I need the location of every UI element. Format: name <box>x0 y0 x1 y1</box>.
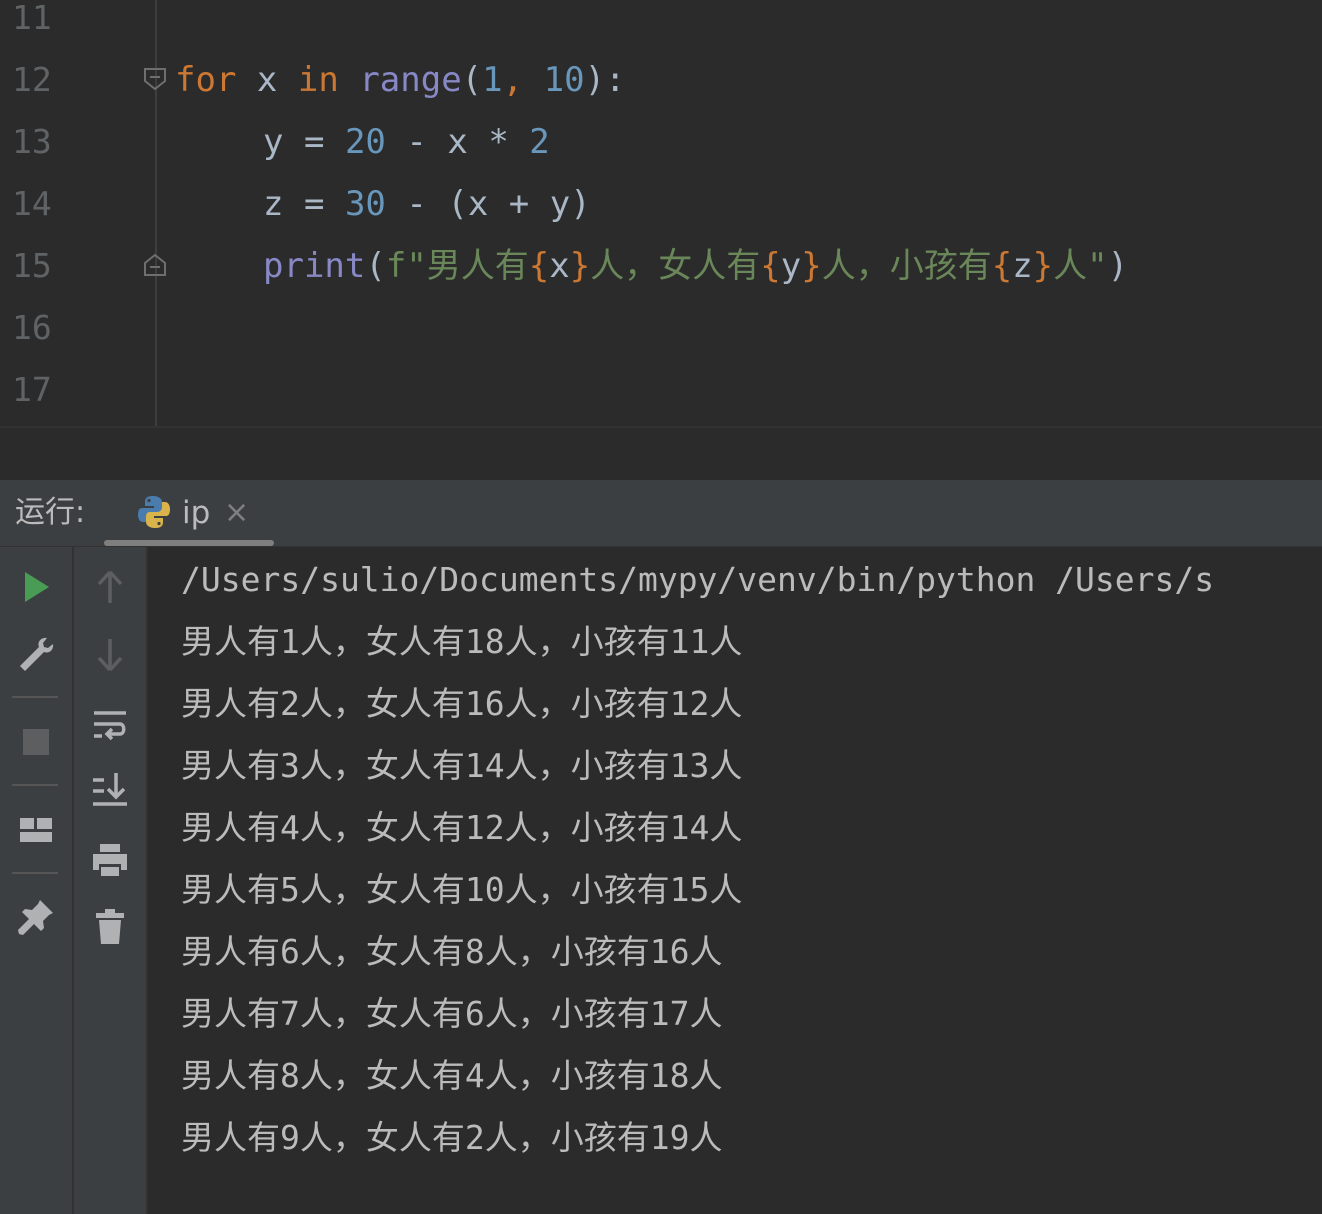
soft-wrap-icon[interactable] <box>90 705 130 745</box>
arrow-up-icon[interactable] <box>90 567 130 607</box>
console-line: 男人有8人，女人有4人，小孩有18人 <box>181 1056 723 1095</box>
code-line-14[interactable]: 14 z = 30 - (x + y) <box>0 173 1322 235</box>
console-line: 男人有7人，女人有6人，小孩有17人 <box>181 994 723 1033</box>
fold-end-icon[interactable] <box>143 253 167 277</box>
console-line: 男人有6人，女人有8人，小孩有16人 <box>181 932 723 971</box>
code-line-11[interactable]: 11 <box>0 0 1322 49</box>
console-line: /Users/sulio/Documents/mypy/venv/bin/pyt… <box>181 560 1215 599</box>
layout-icon[interactable] <box>16 810 56 850</box>
arrow-down-icon[interactable] <box>90 635 130 675</box>
fold-start-icon[interactable] <box>143 67 167 91</box>
python-icon <box>138 496 170 528</box>
run-toolbar-secondary <box>74 547 148 1214</box>
run-tab-ip[interactable]: ip × <box>104 480 274 546</box>
active-tab-indicator <box>104 540 274 546</box>
code-line-13[interactable]: 13 y = 20 - x * 2 <box>0 111 1322 173</box>
trash-icon[interactable] <box>90 907 130 947</box>
code-text[interactable]: for x in range(1, 10): <box>175 49 626 111</box>
run-tool-window-header: 运行: ip × <box>0 480 1322 547</box>
toolbar-separator <box>12 784 58 786</box>
console-line: 男人有3人，女人有14人，小孩有13人 <box>181 746 743 785</box>
code-text[interactable]: z = 30 - (x + y) <box>263 173 591 235</box>
print-icon[interactable] <box>90 840 130 880</box>
panel-splitter[interactable] <box>0 426 1322 482</box>
toolbar-separator <box>12 872 58 874</box>
stop-icon[interactable] <box>16 722 56 762</box>
console-line: 男人有9人，女人有2人，小孩有19人 <box>181 1118 723 1157</box>
wrench-icon[interactable] <box>16 635 56 675</box>
line-number: 16 <box>12 308 52 347</box>
code-text[interactable]: y = 20 - x * 2 <box>263 111 550 173</box>
console-line: 男人有1人，女人有18人，小孩有11人 <box>181 622 743 661</box>
run-toolbar-primary <box>0 547 74 1214</box>
close-icon[interactable]: × <box>224 480 249 546</box>
line-number: 11 <box>12 0 52 37</box>
code-text[interactable]: print(f"男人有{x}人，女人有{y}人，小孩有{z}人") <box>263 235 1128 297</box>
toolbar-separator <box>12 696 58 698</box>
line-number: 13 <box>12 122 52 161</box>
run-tab-label: ip <box>182 495 211 531</box>
code-line-12[interactable]: 12 for x in range(1, 10): <box>0 49 1322 111</box>
code-line-17[interactable]: 17 <box>0 359 1322 421</box>
line-number: 12 <box>12 60 52 99</box>
run-label: 运行: <box>15 495 86 530</box>
code-line-15[interactable]: 15 print(f"男人有{x}人，女人有{y}人，小孩有{z}人") <box>0 235 1322 297</box>
line-number: 14 <box>12 184 52 223</box>
line-number: 17 <box>12 370 52 409</box>
console-line: 男人有5人，女人有10人，小孩有15人 <box>181 870 743 909</box>
code-editor[interactable]: 11 12 for x in range(1, 10): 13 y = 20 -… <box>0 0 1322 426</box>
run-icon[interactable] <box>16 567 56 607</box>
console-line: 男人有4人，女人有12人，小孩有14人 <box>181 808 743 847</box>
scroll-to-end-icon[interactable] <box>90 770 130 810</box>
console-line: 男人有2人，女人有16人，小孩有12人 <box>181 684 743 723</box>
console-output[interactable]: /Users/sulio/Documents/mypy/venv/bin/pyt… <box>148 547 1322 1214</box>
line-number: 15 <box>12 246 52 285</box>
code-line-16[interactable]: 16 <box>0 297 1322 359</box>
pin-icon[interactable] <box>16 897 56 937</box>
